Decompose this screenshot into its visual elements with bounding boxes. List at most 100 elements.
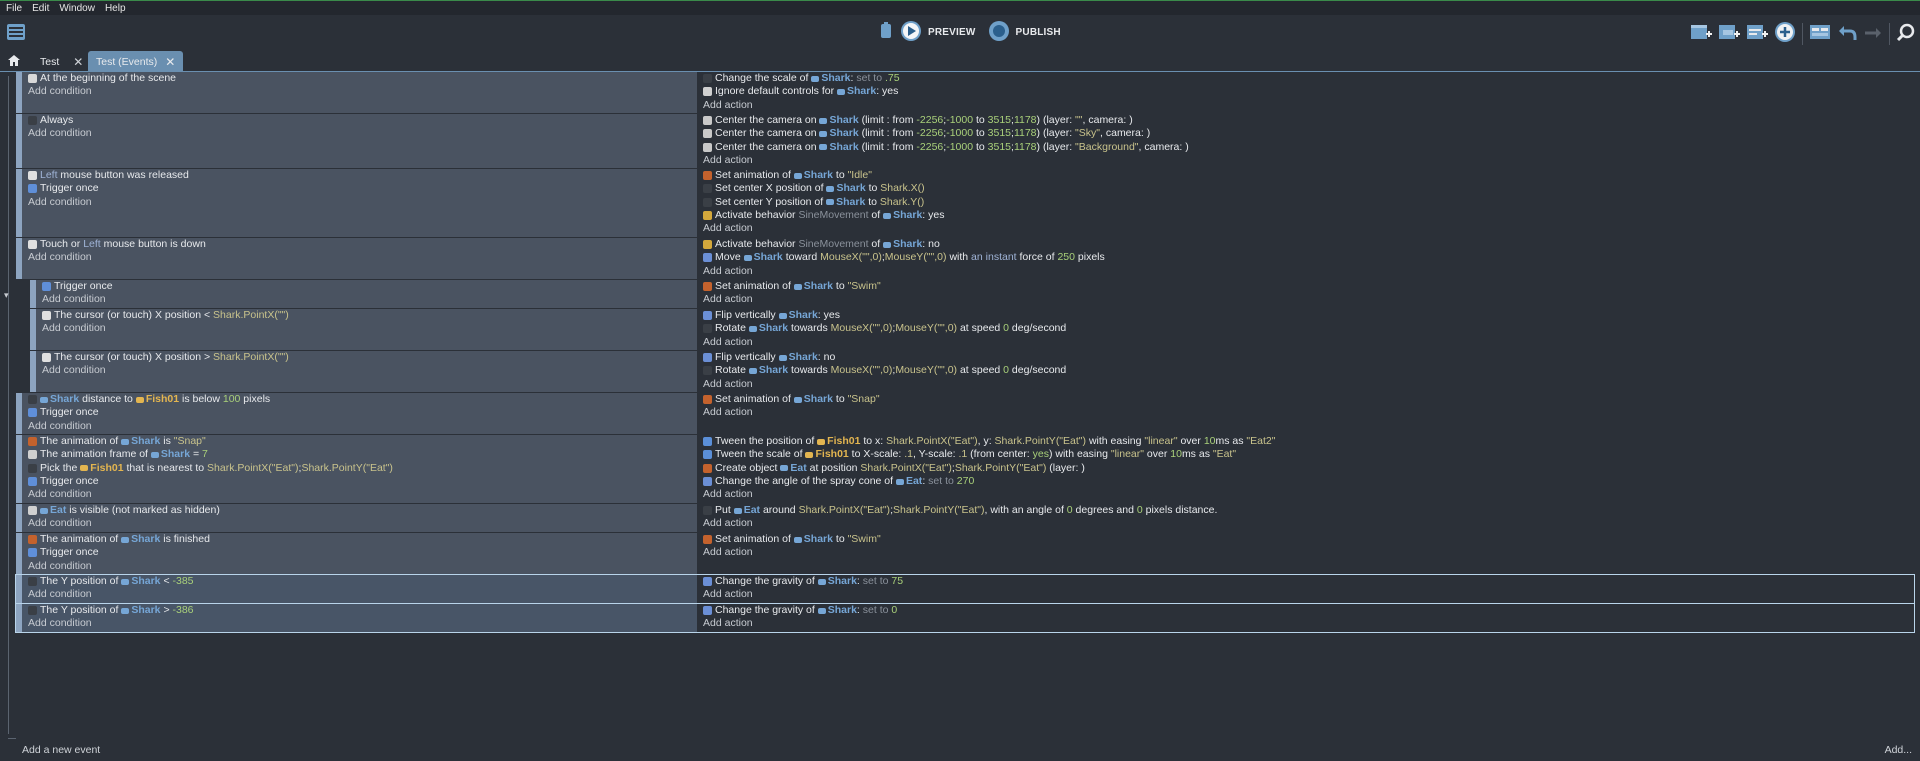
menu-help[interactable]: Help xyxy=(105,3,126,14)
action[interactable]: Tween the scale of Fish01 to X-scale: .1… xyxy=(697,448,1914,461)
condition[interactable]: The cursor (or touch) X position > Shark… xyxy=(36,351,697,364)
action[interactable]: Change the gravity of Shark: set to 0 xyxy=(697,604,1914,617)
add-condition-button[interactable]: Add condition xyxy=(22,251,697,264)
undo-icon[interactable] xyxy=(1837,22,1857,45)
menu-file[interactable]: File xyxy=(6,3,22,14)
condition[interactable]: Left mouse button was released xyxy=(22,169,697,182)
add-subevent-icon[interactable] xyxy=(1718,22,1740,45)
action[interactable]: Center the camera on Shark (limit : from… xyxy=(697,127,1914,140)
menu-edit[interactable]: Edit xyxy=(32,3,49,14)
condition[interactable]: Pick the Fish01 that is nearest to Shark… xyxy=(22,462,697,475)
condition[interactable]: Touch or Left mouse button is down xyxy=(22,238,697,251)
action[interactable]: Set animation of Shark to "Idle" xyxy=(697,169,1914,182)
action[interactable]: Ignore default controls for Shark: yes xyxy=(697,85,1914,98)
add-condition-button[interactable]: Add condition xyxy=(36,293,697,306)
condition[interactable]: Eat is visible (not marked as hidden) xyxy=(22,504,697,517)
event-block[interactable]: The Y position of Shark > -386 Add condit… xyxy=(15,603,1915,633)
add-action-button[interactable]: Add action xyxy=(697,154,1914,167)
condition[interactable]: The Y position of Shark < -385 xyxy=(22,575,697,588)
debug-icon[interactable] xyxy=(878,21,894,44)
condition[interactable]: Trigger once xyxy=(22,182,697,195)
close-icon[interactable]: ✕ xyxy=(73,55,83,69)
preview-button[interactable]: PREVIEW xyxy=(928,27,976,38)
event-block[interactable]: Shark distance to Fish01 is below 100 pi… xyxy=(16,393,1914,434)
add-other-icon[interactable] xyxy=(1774,21,1796,46)
add-condition-button[interactable]: Add condition xyxy=(36,322,697,335)
add-action-button[interactable]: Add action xyxy=(697,546,1914,559)
condition[interactable]: Trigger once xyxy=(22,475,697,488)
action[interactable]: Put Eat around Shark.PointX("Eat"); Shark… xyxy=(697,504,1914,517)
action[interactable]: Flip vertically Shark: no xyxy=(697,351,1914,364)
event-block[interactable]: Touch or Left mouse button is down Add co… xyxy=(16,238,1914,279)
add-condition-button[interactable]: Add condition xyxy=(22,517,697,530)
add-action-button[interactable]: Add action xyxy=(697,222,1914,235)
add-comment-icon[interactable] xyxy=(1746,22,1768,45)
menu-window[interactable]: Window xyxy=(59,3,95,14)
home-tab[interactable] xyxy=(4,51,24,72)
action[interactable]: Change the gravity of Shark: set to 75 xyxy=(697,575,1914,588)
add-action-button[interactable]: Add action xyxy=(697,378,1914,391)
add-event-icon[interactable] xyxy=(1690,22,1712,45)
tab-test[interactable]: Test ✕ xyxy=(30,51,84,72)
add-condition-button[interactable]: Add condition xyxy=(22,488,697,501)
condition[interactable]: The animation of Shark is finished xyxy=(22,533,697,546)
add-action-button[interactable]: Add action xyxy=(697,517,1914,530)
condition[interactable]: The cursor (or touch) X position < Shark… xyxy=(36,309,697,322)
add-condition-button[interactable]: Add condition xyxy=(22,617,697,630)
action[interactable]: Activate behavior SineMovement of Shark:… xyxy=(697,238,1914,251)
action[interactable]: Create object Eat at position Shark.Poin… xyxy=(697,462,1914,475)
condition[interactable]: The Y position of Shark > -386 xyxy=(22,604,697,617)
add-action-button[interactable]: Add action xyxy=(697,99,1914,112)
condition[interactable]: At the beginning of the scene xyxy=(22,72,697,85)
search-icon[interactable] xyxy=(1896,22,1916,45)
action[interactable]: Activate behavior SineMovement of Shark:… xyxy=(697,209,1914,222)
action[interactable]: Flip vertically Shark: yes xyxy=(697,309,1914,322)
add-more-button[interactable]: Add... xyxy=(1885,744,1912,756)
add-condition-button[interactable]: Add condition xyxy=(22,420,697,433)
tab-test-events[interactable]: Test (Events) ✕ xyxy=(88,51,183,72)
action[interactable]: Set animation of Shark to "Swim" xyxy=(697,533,1914,546)
event-block[interactable]: Always Add condition Center the camera on … xyxy=(16,114,1914,168)
add-action-button[interactable]: Add action xyxy=(697,617,1914,630)
add-condition-button[interactable]: Add condition xyxy=(22,196,697,209)
action[interactable]: Rotate Shark towards MouseX("",0); MouseY… xyxy=(697,364,1914,377)
add-condition-button[interactable]: Add condition xyxy=(22,588,697,601)
event-block[interactable]: Eat is visible (not marked as hidden) Add… xyxy=(16,504,1914,532)
event-block[interactable]: Left mouse button was released Trigger on… xyxy=(16,169,1914,237)
condition[interactable]: Trigger once xyxy=(36,280,697,293)
action[interactable]: Move Shark toward MouseX("",0); MouseY(""… xyxy=(697,251,1914,264)
event-block[interactable]: The animation of Shark is finished Trigge… xyxy=(16,533,1914,574)
action[interactable]: Set center Y position of Shark to Shark.… xyxy=(697,196,1914,209)
action[interactable]: Set animation of Shark to "Swim" xyxy=(697,280,1914,293)
condition[interactable]: The animation frame of Shark = 7 xyxy=(22,448,697,461)
action[interactable]: Set animation of Shark to "Snap" xyxy=(697,393,1914,406)
condition[interactable]: Trigger once xyxy=(22,406,697,419)
close-icon[interactable]: ✕ xyxy=(165,55,175,69)
condition[interactable]: Shark distance to Fish01 is below 100 pi… xyxy=(22,393,697,406)
toggle-conditions-icon[interactable] xyxy=(1809,22,1831,45)
redo-icon[interactable] xyxy=(1863,22,1883,45)
add-action-button[interactable]: Add action xyxy=(697,336,1914,349)
action[interactable]: Center the camera on Shark (limit : from… xyxy=(697,114,1914,127)
publish-icon[interactable] xyxy=(988,20,1010,45)
action[interactable]: Center the camera on Shark (limit : from… xyxy=(697,141,1914,154)
event-block[interactable]: The cursor (or touch) X position > Shark… xyxy=(30,351,1914,392)
action[interactable]: Change the scale of Shark: set to .75 xyxy=(697,72,1914,85)
project-manager-icon[interactable] xyxy=(6,22,26,42)
action[interactable]: Set center X position of Shark to Shark.… xyxy=(697,182,1914,195)
add-action-button[interactable]: Add action xyxy=(697,265,1914,278)
add-action-button[interactable]: Add action xyxy=(697,293,1914,306)
publish-button[interactable]: PUBLISH xyxy=(1016,27,1061,38)
add-condition-button[interactable]: Add condition xyxy=(22,127,697,140)
add-new-event-button[interactable]: Add a new event xyxy=(22,744,100,756)
collapse-chevron-icon[interactable]: ▾ xyxy=(4,290,9,301)
preview-icon[interactable] xyxy=(900,20,922,45)
action[interactable]: Change the angle of the spray cone of Ea… xyxy=(697,475,1914,488)
add-action-button[interactable]: Add action xyxy=(697,588,1914,601)
action[interactable]: Tween the position of Fish01 to x: Shark… xyxy=(697,435,1914,448)
event-block[interactable]: The animation of Shark is "Snap" The anim… xyxy=(16,435,1914,503)
condition[interactable]: Always xyxy=(22,114,697,127)
home-icon[interactable] xyxy=(7,54,21,70)
add-condition-button[interactable]: Add condition xyxy=(22,85,697,98)
add-condition-button[interactable]: Add condition xyxy=(36,364,697,377)
